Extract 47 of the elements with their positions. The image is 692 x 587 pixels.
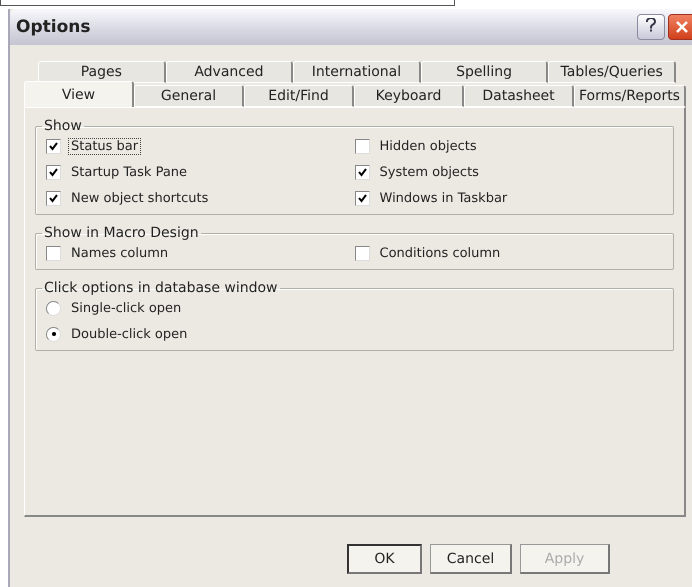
option-label: Names column (70, 246, 170, 260)
dialog-button[interactable]: Cancel (430, 544, 512, 574)
group-title: Click options in database window (43, 280, 279, 296)
close-button[interactable] (668, 14, 692, 40)
checkbox[interactable] (354, 164, 370, 180)
check-icon (49, 194, 58, 202)
tab[interactable]: Advanced (166, 61, 294, 83)
option-label: System objects (378, 164, 480, 180)
close-icon (676, 21, 688, 33)
group-title: Show (43, 118, 83, 134)
help-button[interactable] (637, 14, 665, 40)
option-label: Single-click open (70, 300, 182, 316)
option-label: Double-click open (70, 326, 188, 342)
radio-button[interactable] (46, 300, 61, 316)
tab[interactable]: Pages (38, 61, 166, 83)
help-icon (646, 18, 656, 32)
checkbox[interactable] (46, 138, 61, 154)
check-icon (358, 168, 366, 176)
option-label: New object shortcuts (70, 190, 210, 206)
checkbox[interactable] (46, 164, 61, 180)
tab[interactable]: Edit/Find (244, 85, 354, 107)
tab[interactable]: International (293, 61, 421, 83)
option-label: Conditions column (378, 246, 502, 260)
tab[interactable]: View (24, 81, 134, 107)
tab[interactable]: Tables/Queries (548, 61, 676, 83)
check-icon (49, 168, 58, 176)
tab[interactable]: Keyboard (354, 85, 464, 107)
tab[interactable]: Forms/Reports (574, 85, 686, 107)
checkbox[interactable] (46, 190, 61, 206)
option-label: Windows in Taskbar (378, 190, 508, 206)
option-label: Startup Task Pane (70, 164, 188, 180)
checkbox[interactable] (354, 138, 370, 154)
radio-dot-icon (52, 332, 56, 336)
dialog-button[interactable]: OK (347, 544, 422, 574)
check-icon (358, 194, 366, 202)
radio-button[interactable] (46, 326, 61, 342)
option-label: Status bar (69, 138, 140, 154)
checkbox[interactable] (354, 246, 370, 260)
tab[interactable]: Datasheet (464, 85, 574, 107)
checkbox[interactable] (46, 246, 61, 260)
window-title: Options (16, 17, 92, 37)
checkbox[interactable] (354, 190, 370, 206)
option-label: Hidden objects (378, 138, 478, 154)
check-icon (49, 142, 58, 150)
tab[interactable]: General (134, 85, 244, 107)
group-title: Show in Macro Design (43, 225, 200, 241)
tab[interactable]: Spelling (420, 61, 548, 83)
